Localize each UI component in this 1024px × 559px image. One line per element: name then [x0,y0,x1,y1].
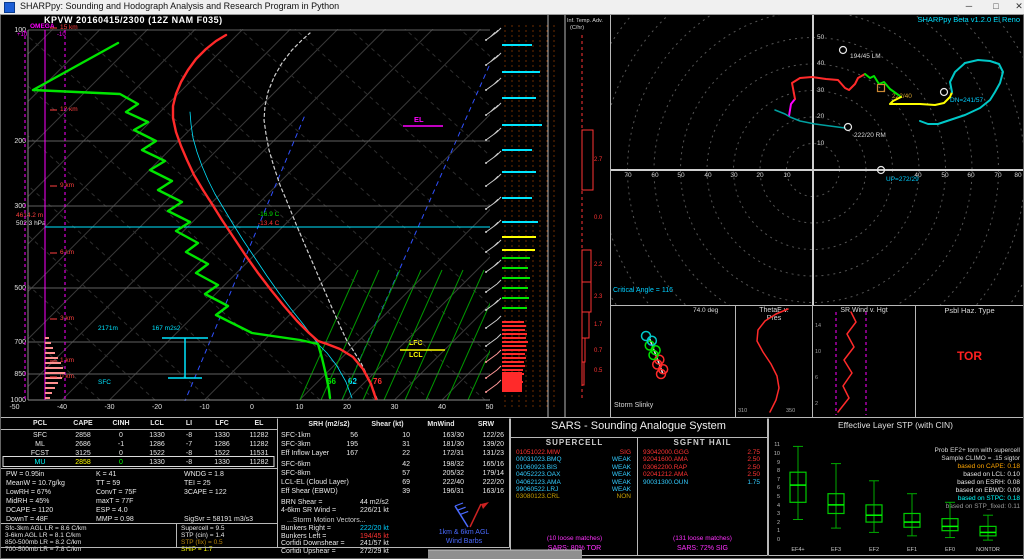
agl-barb-icons [455,502,489,527]
window-title: SHARPpy: Sounding and Hodograph Analysis… [20,1,339,11]
app-icon [4,2,15,13]
stp-box-NONTOR [980,515,996,540]
stp-box-EF0 [942,502,958,537]
close-button[interactable]: ✕ [1008,0,1024,13]
hazard-panel[interactable] [915,305,1024,417]
thetae-panel[interactable] [735,305,812,417]
stp-box-EF1 [904,494,920,536]
stp-box-EF2 [866,481,882,533]
stp-box-EF3 [828,464,844,528]
skewt-panel[interactable] [0,14,610,417]
srwind-panel[interactable] [812,305,915,417]
stp-boxplot [790,446,996,540]
hodograph-panel[interactable] [610,14,1024,305]
storm-slinky-panel[interactable] [610,305,735,417]
stp-box-EF4+ [790,446,806,519]
sharppy-window: SHARPpy: Sounding and Hodograph Analysis… [0,0,1024,559]
maximize-button[interactable]: □ [985,0,1007,13]
title-bar: SHARPpy: Sounding and Hodograph Analysis… [0,0,1024,15]
minimize-button[interactable]: ─ [958,0,980,13]
